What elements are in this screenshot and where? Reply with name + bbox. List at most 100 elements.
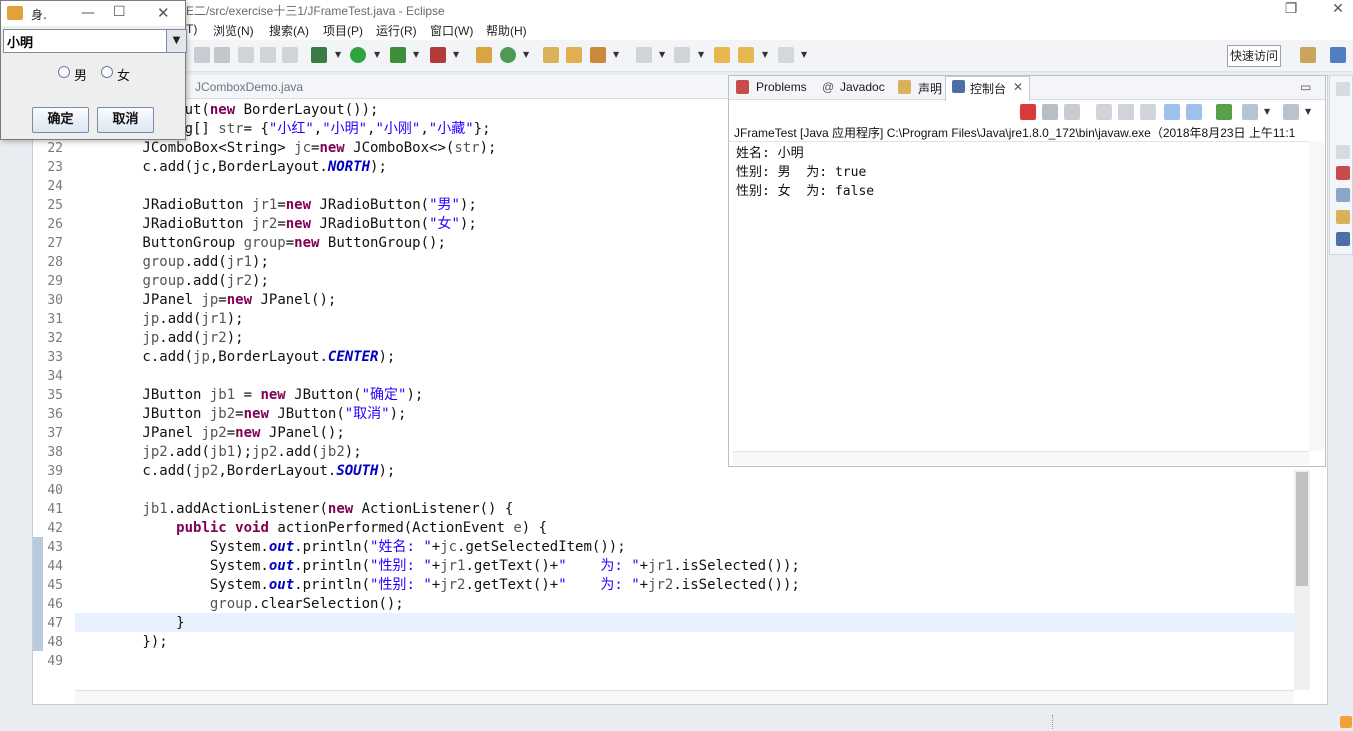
code-line[interactable]: ButtonGroup group=new ButtonGroup();: [75, 234, 445, 253]
menu-item-tools[interactable]: T): [186, 22, 197, 36]
run-icon[interactable]: [350, 47, 366, 63]
terminate-icon[interactable]: [1020, 104, 1036, 120]
chevron-down-icon[interactable]: ▼: [1305, 107, 1311, 116]
close-icon[interactable]: ✕: [157, 4, 170, 22]
next-annotation-icon[interactable]: [636, 47, 652, 63]
male-radio-label[interactable]: 男: [74, 65, 87, 84]
console-horizontal-scrollbar[interactable]: [733, 451, 1309, 465]
maximize-icon[interactable]: ☐: [113, 4, 126, 20]
chevron-down-icon[interactable]: ▼: [335, 50, 341, 59]
ok-button[interactable]: 确定: [32, 107, 89, 133]
scroll-lock-icon[interactable]: [1118, 104, 1134, 120]
editor-horizontal-scrollbar[interactable]: [75, 690, 1294, 704]
code-line[interactable]: c.add(jc,BorderLayout.NORTH);: [75, 158, 386, 177]
code-line[interactable]: jb1.addActionListener(new ActionListener…: [75, 500, 513, 519]
open-perspective-icon[interactable]: [1300, 47, 1316, 63]
edit-icon[interactable]: [194, 47, 210, 63]
restore-view-icon[interactable]: [1336, 145, 1350, 159]
chevron-down-icon[interactable]: ▼: [523, 50, 529, 59]
back-icon[interactable]: [738, 47, 754, 63]
external-tools-icon[interactable]: [430, 47, 446, 63]
code-line[interactable]: JComboBox<String> jc=new JComboBox<>(str…: [75, 139, 496, 158]
new-package-icon[interactable]: [476, 47, 492, 63]
male-radio[interactable]: [58, 66, 70, 78]
menu-item-navigate[interactable]: 浏览(N): [213, 22, 254, 39]
display-console-icon[interactable]: [1242, 104, 1258, 120]
code-line[interactable]: public void actionPerformed(ActionEvent …: [75, 519, 547, 538]
open-console-icon[interactable]: [1283, 104, 1299, 120]
menu-item-project[interactable]: 项目(P): [323, 22, 363, 39]
tab-javadoc[interactable]: Javadoc: [840, 80, 885, 94]
cancel-button[interactable]: 取消: [97, 107, 154, 133]
code-line[interactable]: JButton jb1 = new JButton("确定");: [75, 386, 423, 405]
remove-launch-icon[interactable]: [1042, 104, 1058, 120]
chevron-down-icon[interactable]: ▼: [413, 50, 419, 59]
open-type-icon[interactable]: [543, 47, 559, 63]
debug-icon[interactable]: [311, 47, 327, 63]
pin-console-icon[interactable]: [1216, 104, 1232, 120]
prev-annotation-icon[interactable]: [674, 47, 690, 63]
code-line[interactable]: c.add(jp2,BorderLayout.SOUTH);: [75, 462, 395, 481]
code-line[interactable]: });: [75, 633, 167, 652]
rss-icon[interactable]: [1340, 716, 1352, 728]
problems-icon[interactable]: [1336, 166, 1350, 180]
code-line[interactable]: c.add(jp,BorderLayout.CENTER);: [75, 348, 395, 367]
chevron-down-icon[interactable]: ▼: [1264, 107, 1270, 116]
word-wrap-icon[interactable]: [1140, 104, 1156, 120]
code-line[interactable]: }: [75, 614, 184, 633]
toggle-icon[interactable]: [214, 47, 230, 63]
clear-console-icon[interactable]: [1096, 104, 1112, 120]
chevron-down-icon[interactable]: ▼: [698, 50, 704, 59]
chevron-down-icon[interactable]: ▼: [613, 50, 619, 59]
code-line[interactable]: System.out.println("姓名: "+jc.getSelected…: [75, 538, 626, 557]
chevron-down-icon[interactable]: ▼: [762, 50, 768, 59]
remove-all-icon[interactable]: [1064, 104, 1080, 120]
code-line[interactable]: JRadioButton jr2=new JRadioButton("女");: [75, 215, 476, 234]
tab-console[interactable]: 控制台: [970, 80, 1006, 97]
female-radio[interactable]: [101, 66, 113, 78]
open-folder-icon[interactable]: [566, 47, 582, 63]
show-whitespace-icon[interactable]: [260, 47, 276, 63]
close-icon[interactable]: ✕: [1323, 0, 1353, 20]
show-on-err-icon[interactable]: [1186, 104, 1202, 120]
console-vertical-scrollbar[interactable]: [1309, 141, 1324, 451]
menu-item-help[interactable]: 帮助(H): [486, 22, 527, 39]
code-line[interactable]: JPanel jp2=new JPanel();: [75, 424, 344, 443]
close-tab-icon[interactable]: ✕: [1013, 80, 1023, 94]
editor-tab[interactable]: JComboxDemo.java: [195, 80, 303, 94]
code-line[interactable]: JPanel jp=new JPanel();: [75, 291, 336, 310]
chevron-down-icon[interactable]: ▼: [801, 50, 807, 59]
code-line[interactable]: group.add(jr1);: [75, 253, 268, 272]
quick-access-field[interactable]: 快速访问: [1227, 45, 1281, 67]
code-line[interactable]: jp.add(jr2);: [75, 329, 243, 348]
javadoc-icon[interactable]: [1336, 188, 1350, 202]
console-icon[interactable]: [1336, 232, 1350, 246]
chevron-down-icon[interactable]: ▼: [166, 30, 186, 52]
pen-icon[interactable]: [590, 47, 606, 63]
last-edit-icon[interactable]: [714, 47, 730, 63]
restore-icon[interactable]: ❐: [1276, 0, 1306, 20]
new-class-icon[interactable]: [500, 47, 516, 63]
block-icon[interactable]: [238, 47, 254, 63]
forward-icon[interactable]: [778, 47, 794, 63]
code-line[interactable]: JButton jb2=new JButton("取消");: [75, 405, 406, 424]
menu-item-window[interactable]: 窗口(W): [430, 22, 473, 39]
code-line[interactable]: jp2.add(jb1);jp2.add(jb2);: [75, 443, 361, 462]
show-on-out-icon[interactable]: [1164, 104, 1180, 120]
female-radio-label[interactable]: 女: [117, 65, 130, 84]
tab-problems[interactable]: Problems: [756, 80, 807, 94]
minimize-view-icon[interactable]: ▭: [1300, 80, 1311, 94]
restore-view-icon[interactable]: [1336, 82, 1350, 96]
code-line[interactable]: System.out.println("性别: "+jr2.getText()+…: [75, 576, 800, 595]
code-line[interactable]: JRadioButton jr1=new JRadioButton("男");: [75, 196, 476, 215]
code-line[interactable]: group.add(jr2);: [75, 272, 268, 291]
menu-item-search[interactable]: 搜索(A): [269, 22, 309, 39]
chevron-down-icon[interactable]: ▼: [453, 50, 459, 59]
code-line[interactable]: System.out.println("性别: "+jr1.getText()+…: [75, 557, 800, 576]
menu-item-run[interactable]: 运行(R): [376, 22, 417, 39]
editor-scroll-thumb[interactable]: [1296, 472, 1308, 586]
java-perspective-icon[interactable]: [1330, 47, 1346, 63]
code-line[interactable]: jp.add(jr1);: [75, 310, 243, 329]
tab-declaration[interactable]: 声明: [918, 80, 942, 97]
paragraph-icon[interactable]: [282, 47, 298, 63]
